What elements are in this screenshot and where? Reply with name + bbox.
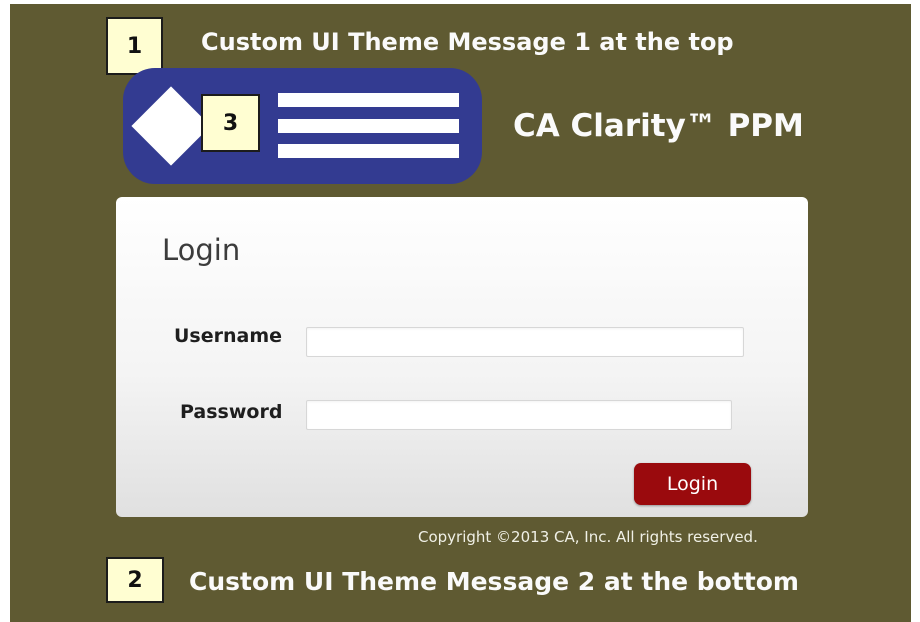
copyright-notice: Copyright ©2013 CA, Inc. All rights rese… — [418, 528, 758, 546]
callout-badge-2: 2 — [106, 557, 164, 603]
callout-badge-3: 3 — [201, 94, 260, 152]
logo-bar — [278, 93, 459, 107]
login-card: Login Username Password Login — [116, 197, 808, 517]
username-input[interactable] — [306, 327, 744, 357]
diamond-shape — [131, 86, 211, 166]
login-page: 1 Custom UI Theme Message 1 at the top 3… — [10, 4, 911, 622]
login-button[interactable]: Login — [634, 463, 751, 505]
password-input[interactable] — [306, 400, 732, 430]
callout-badge-1: 1 — [106, 17, 163, 75]
logo-bar — [278, 144, 459, 158]
theme-message-top: Custom UI Theme Message 1 at the top — [201, 28, 734, 56]
logo-bar — [278, 119, 459, 133]
login-title: Login — [162, 233, 241, 267]
password-label: Password — [180, 401, 283, 423]
username-label: Username — [174, 325, 283, 347]
theme-message-bottom: Custom UI Theme Message 2 at the bottom — [189, 567, 799, 596]
brand-name: CA Clarity™ PPM — [513, 108, 804, 144]
menu-logo-icon — [123, 68, 482, 184]
